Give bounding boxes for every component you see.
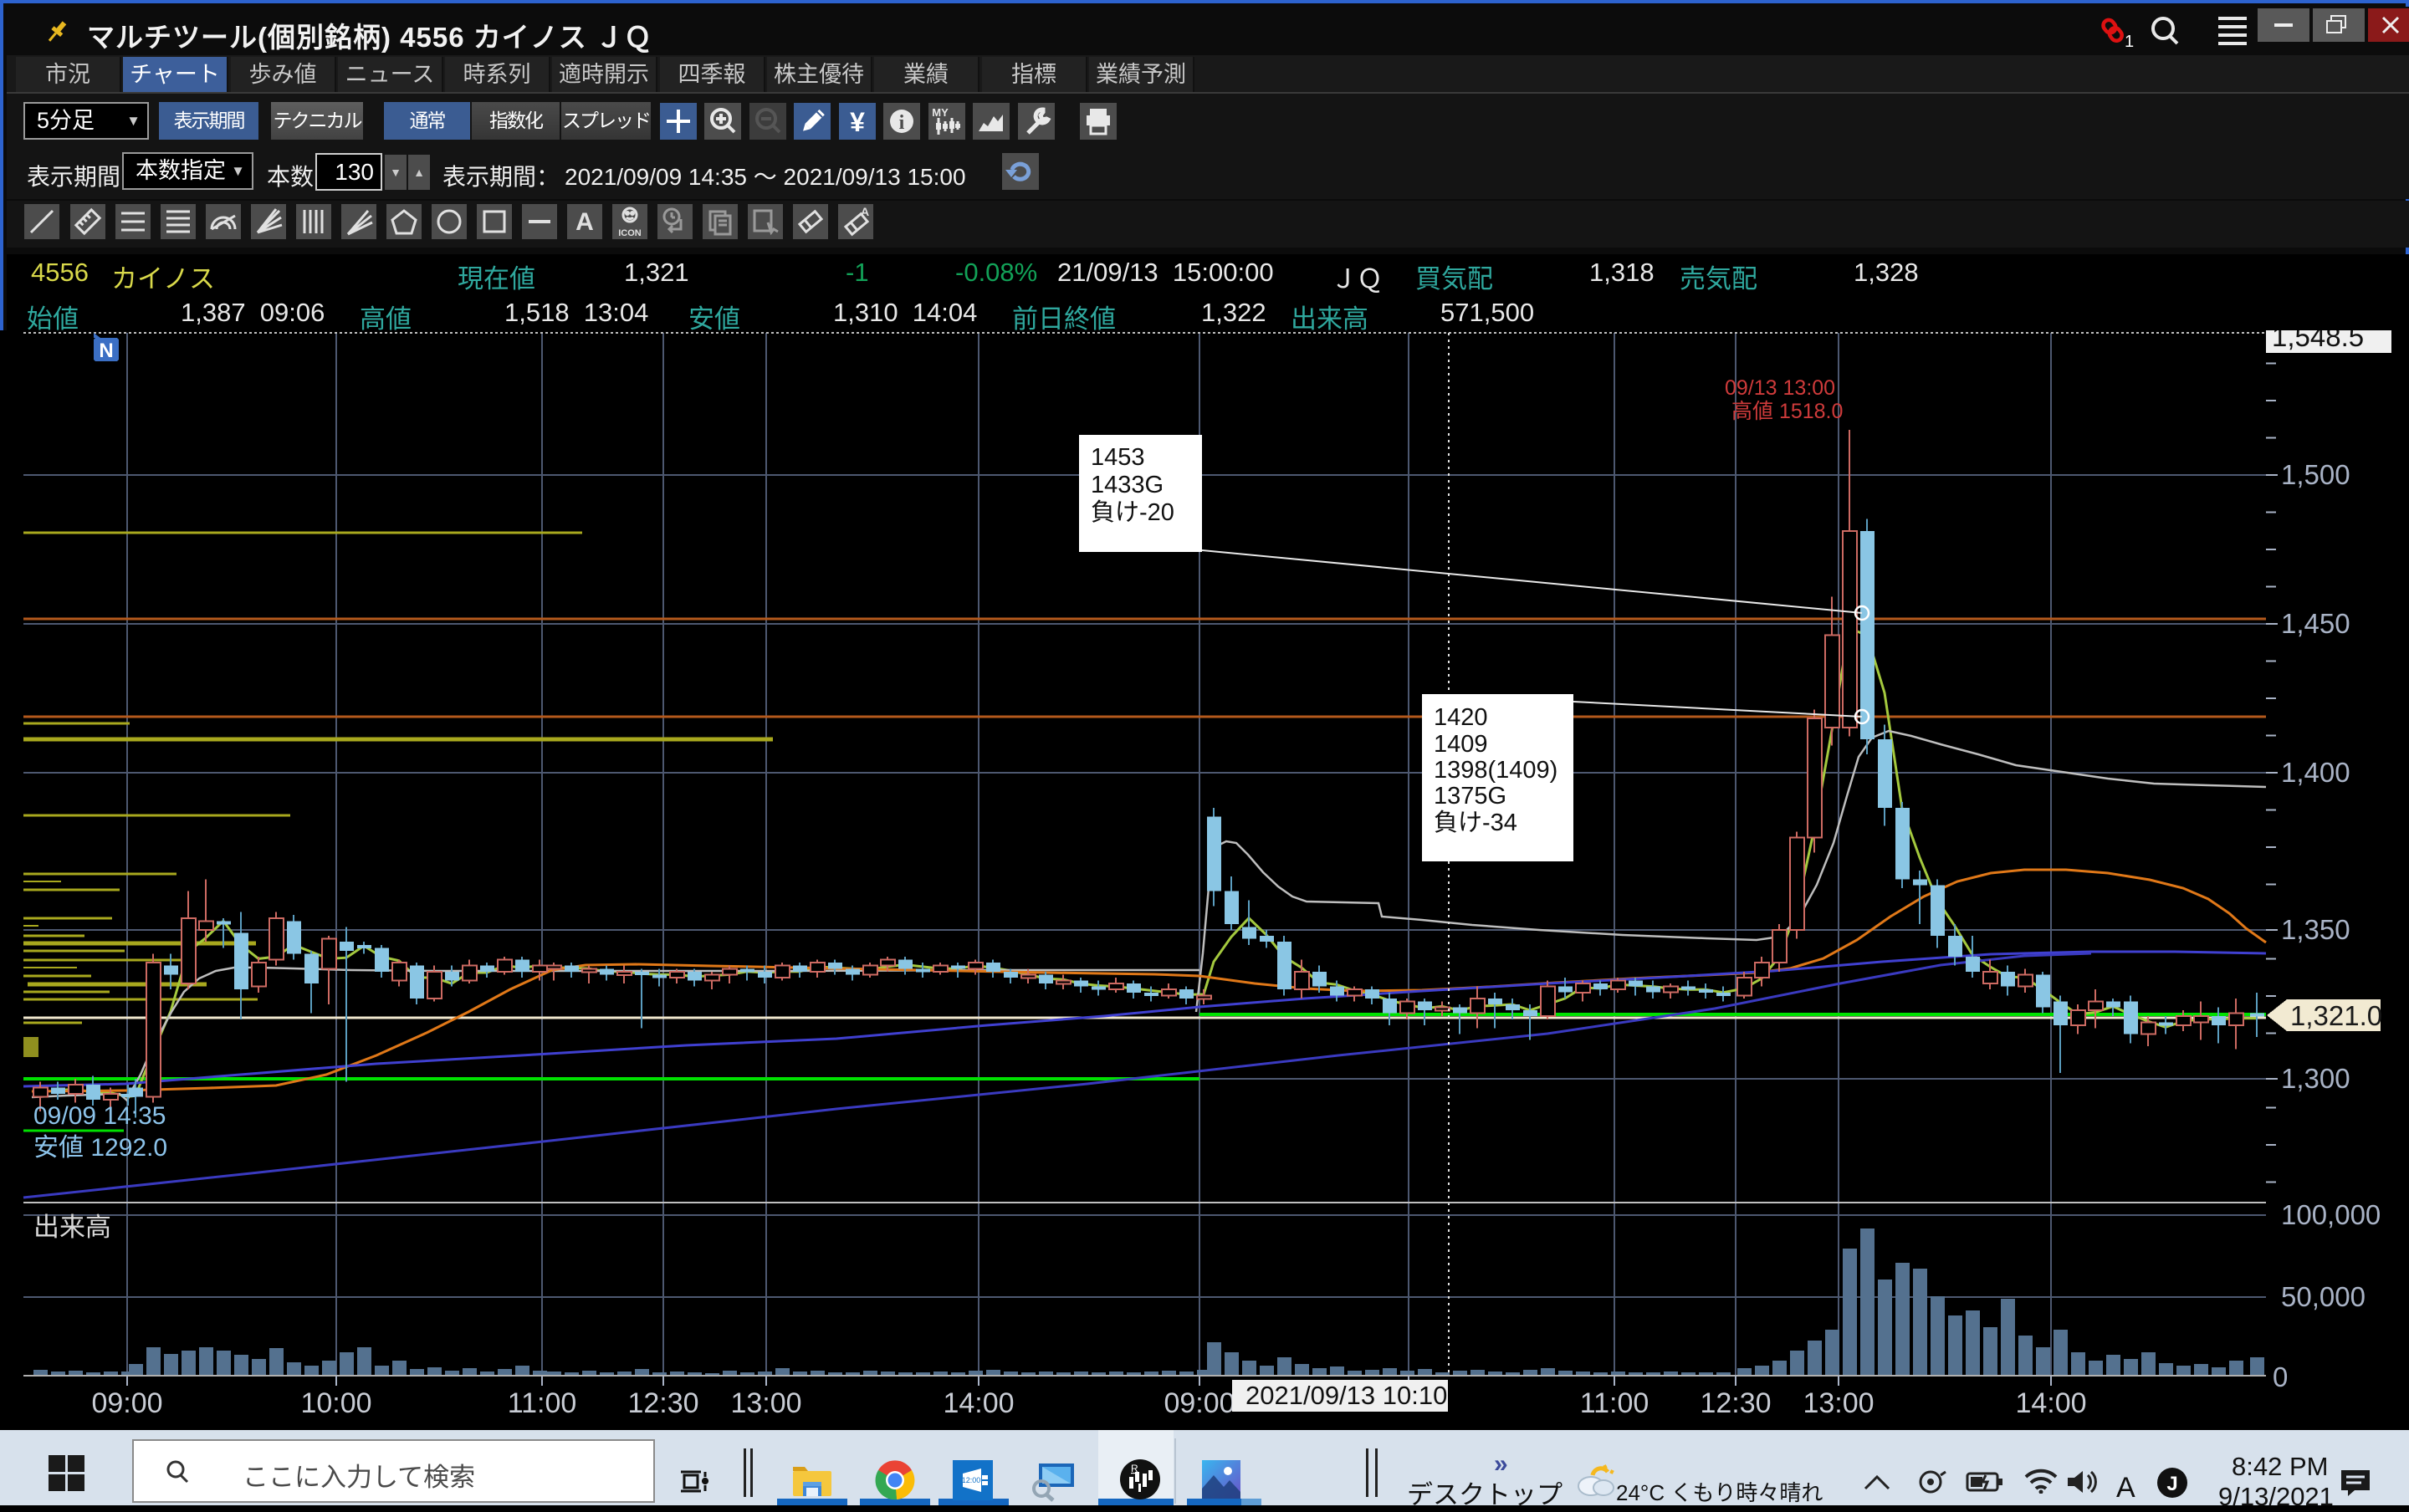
svg-text:1398(1409): 1398(1409) [1434, 757, 1557, 784]
svg-text:13:00: 13:00 [730, 1387, 801, 1419]
svg-text:1375G: 1375G [1434, 783, 1506, 810]
svg-text:1,400: 1,400 [2281, 757, 2350, 788]
svg-text:14:00: 14:00 [2015, 1387, 2086, 1419]
svg-text:A: A [861, 205, 869, 218]
svg-text:09/13 13:00: 09/13 13:00 [1725, 376, 1835, 400]
svg-text:09:00: 09:00 [91, 1387, 162, 1419]
svg-text:11:00: 11:00 [508, 1387, 577, 1419]
svg-text:1433G: 1433G [1091, 472, 1164, 498]
svg-text:MY: MY [932, 106, 949, 119]
svg-text:1409: 1409 [1434, 731, 1488, 758]
svg-text:出来高: 出来高 [33, 1213, 111, 1242]
svg-text:1,450: 1,450 [2281, 608, 2350, 639]
svg-text:09/09 14:35: 09/09 14:35 [33, 1102, 166, 1130]
svg-text:1: 1 [2125, 33, 2134, 51]
svg-text:100,000: 100,000 [2281, 1199, 2381, 1230]
svg-text:50,000: 50,000 [2281, 1281, 2366, 1312]
svg-text:1,500: 1,500 [2281, 459, 2350, 490]
svg-text:10:00: 10:00 [300, 1387, 371, 1419]
svg-text:J: J [2166, 1473, 2177, 1495]
svg-text:1453: 1453 [1091, 444, 1145, 471]
svg-text:安値 1292.0: 安値 1292.0 [33, 1134, 167, 1162]
svg-text:A: A [575, 208, 594, 236]
svg-text:1,300: 1,300 [2281, 1063, 2350, 1094]
svg-text:N: N [99, 340, 113, 362]
svg-text:i: i [899, 112, 905, 134]
svg-text:¥: ¥ [850, 107, 865, 137]
svg-text:12:30: 12:30 [627, 1387, 698, 1419]
svg-text:1,350: 1,350 [2281, 914, 2350, 945]
svg-text:13:00: 13:00 [1803, 1387, 1874, 1419]
svg-text:12:00: 12:00 [962, 1476, 981, 1484]
svg-text:高値 1518.0: 高値 1518.0 [1731, 400, 1843, 423]
svg-text:0: 0 [2273, 1361, 2288, 1392]
svg-text:09:00: 09:00 [1164, 1387, 1235, 1419]
svg-text:1,321.0: 1,321.0 [2290, 1000, 2382, 1031]
svg-text:12:30: 12:30 [1700, 1387, 1771, 1419]
svg-text:11:00: 11:00 [1580, 1387, 1649, 1419]
svg-text:14:00: 14:00 [943, 1387, 1014, 1419]
svg-text:負け-20: 負け-20 [1091, 498, 1174, 526]
svg-text:2021/09/13 10:10: 2021/09/13 10:10 [1245, 1381, 1447, 1410]
svg-text:負け-34: 負け-34 [1434, 809, 1517, 836]
svg-text:ICON: ICON [618, 228, 642, 238]
svg-text:1420: 1420 [1434, 704, 1488, 731]
svg-text:1,548.5: 1,548.5 [2272, 330, 2364, 352]
